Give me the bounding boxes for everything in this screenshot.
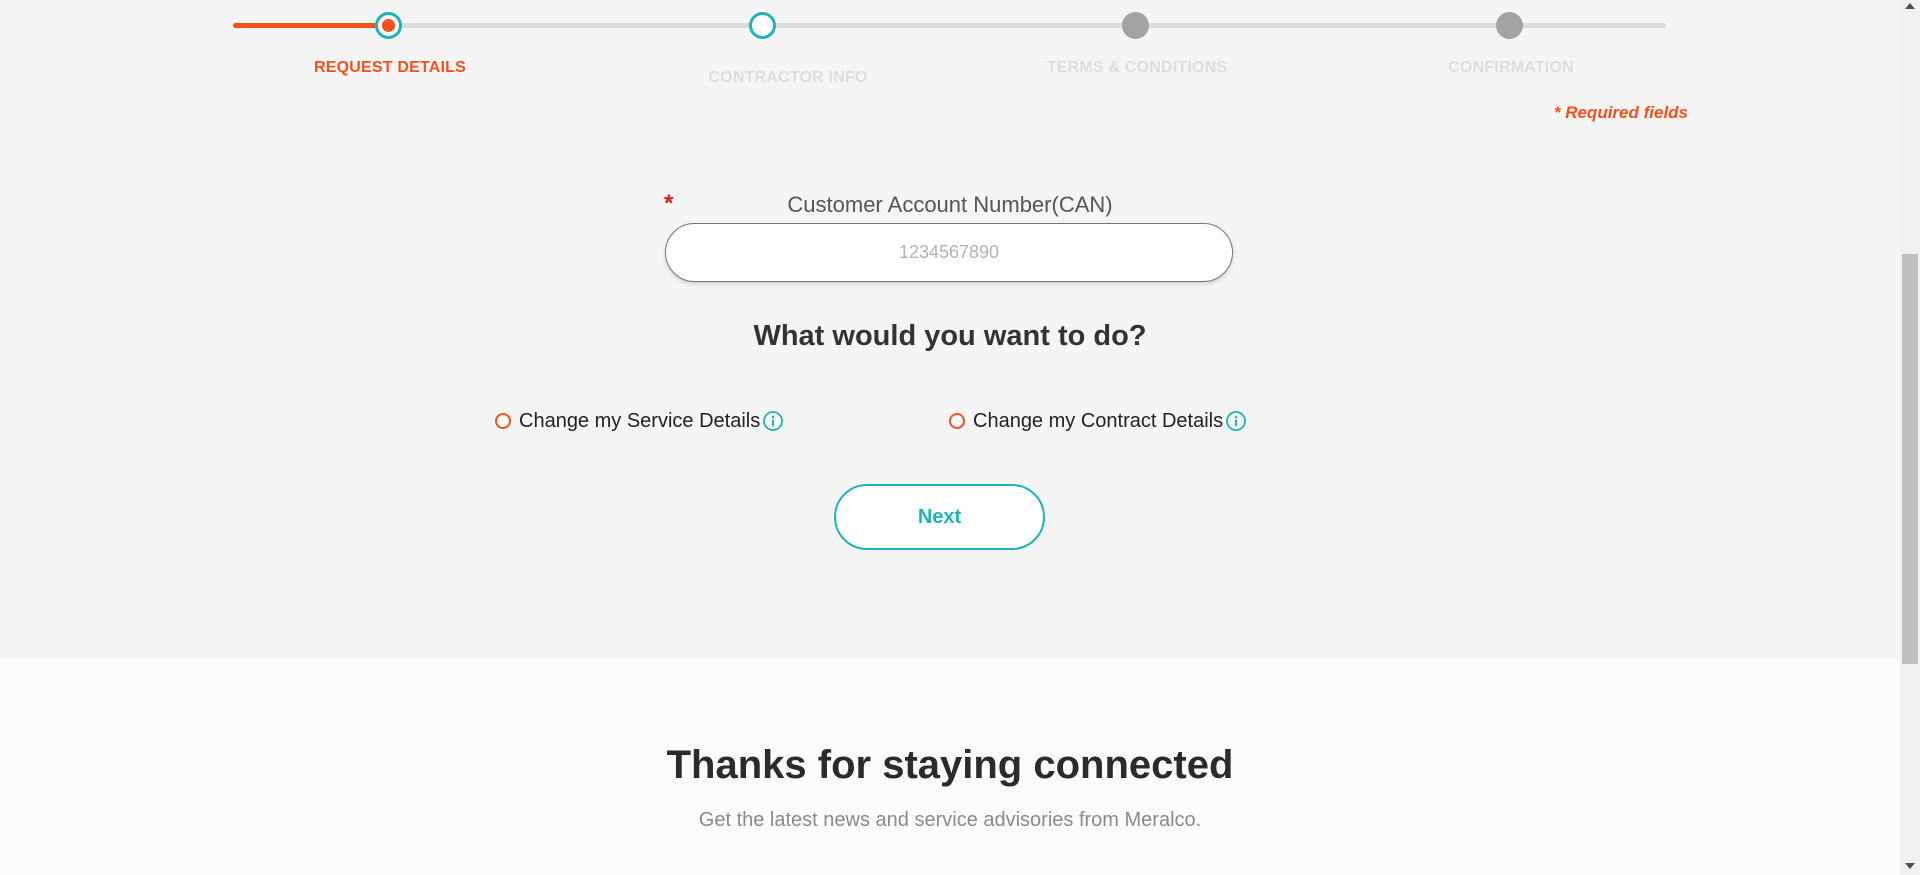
required-fields-note: * Required fields bbox=[1553, 103, 1688, 122]
option-label[interactable]: Change my Service Details bbox=[519, 410, 760, 433]
scroll-up-arrow-icon[interactable] bbox=[1905, 3, 1915, 9]
footer-subtitle: Get the latest news and service advisori… bbox=[698, 809, 1202, 831]
info-icon[interactable] bbox=[762, 410, 784, 432]
can-input[interactable] bbox=[665, 223, 1233, 282]
info-icon[interactable] bbox=[1225, 410, 1247, 432]
scrollbar-thumb[interactable] bbox=[1902, 254, 1918, 664]
step-label-terms-conditions[interactable]: TERMS & CONDITIONS bbox=[1047, 59, 1228, 77]
radio-button[interactable] bbox=[495, 413, 511, 429]
stepper-progress-fill bbox=[233, 23, 389, 28]
can-label: Customer Account Number(CAN) bbox=[787, 192, 1113, 217]
step-dot-contractor-info[interactable] bbox=[749, 12, 776, 39]
stepper-track bbox=[233, 23, 1666, 28]
option-change-contract-details[interactable]: Change my Contract Details bbox=[949, 408, 1247, 434]
radio-button[interactable] bbox=[949, 413, 965, 429]
step-dot-confirmation[interactable] bbox=[1496, 12, 1523, 39]
step-label-confirmation[interactable]: CONFIRMATION bbox=[1448, 59, 1574, 77]
step-dot-request-details[interactable] bbox=[375, 12, 402, 39]
option-label[interactable]: Change my Contract Details bbox=[973, 410, 1223, 433]
step-label-contractor-info[interactable]: CONTRACTOR INFO bbox=[708, 69, 867, 87]
option-change-service-details[interactable]: Change my Service Details bbox=[495, 408, 784, 434]
action-question: What would you want to do? bbox=[753, 320, 1147, 352]
scroll-down-arrow-icon[interactable] bbox=[1905, 863, 1915, 869]
footer-title: Thanks for staying connected bbox=[666, 743, 1234, 787]
step-dot-terms-conditions[interactable] bbox=[1122, 12, 1149, 39]
next-button[interactable]: Next bbox=[834, 484, 1045, 550]
step-label-request-details[interactable]: REQUEST DETAILS bbox=[314, 59, 466, 77]
step-dot-active-marker bbox=[382, 19, 395, 32]
